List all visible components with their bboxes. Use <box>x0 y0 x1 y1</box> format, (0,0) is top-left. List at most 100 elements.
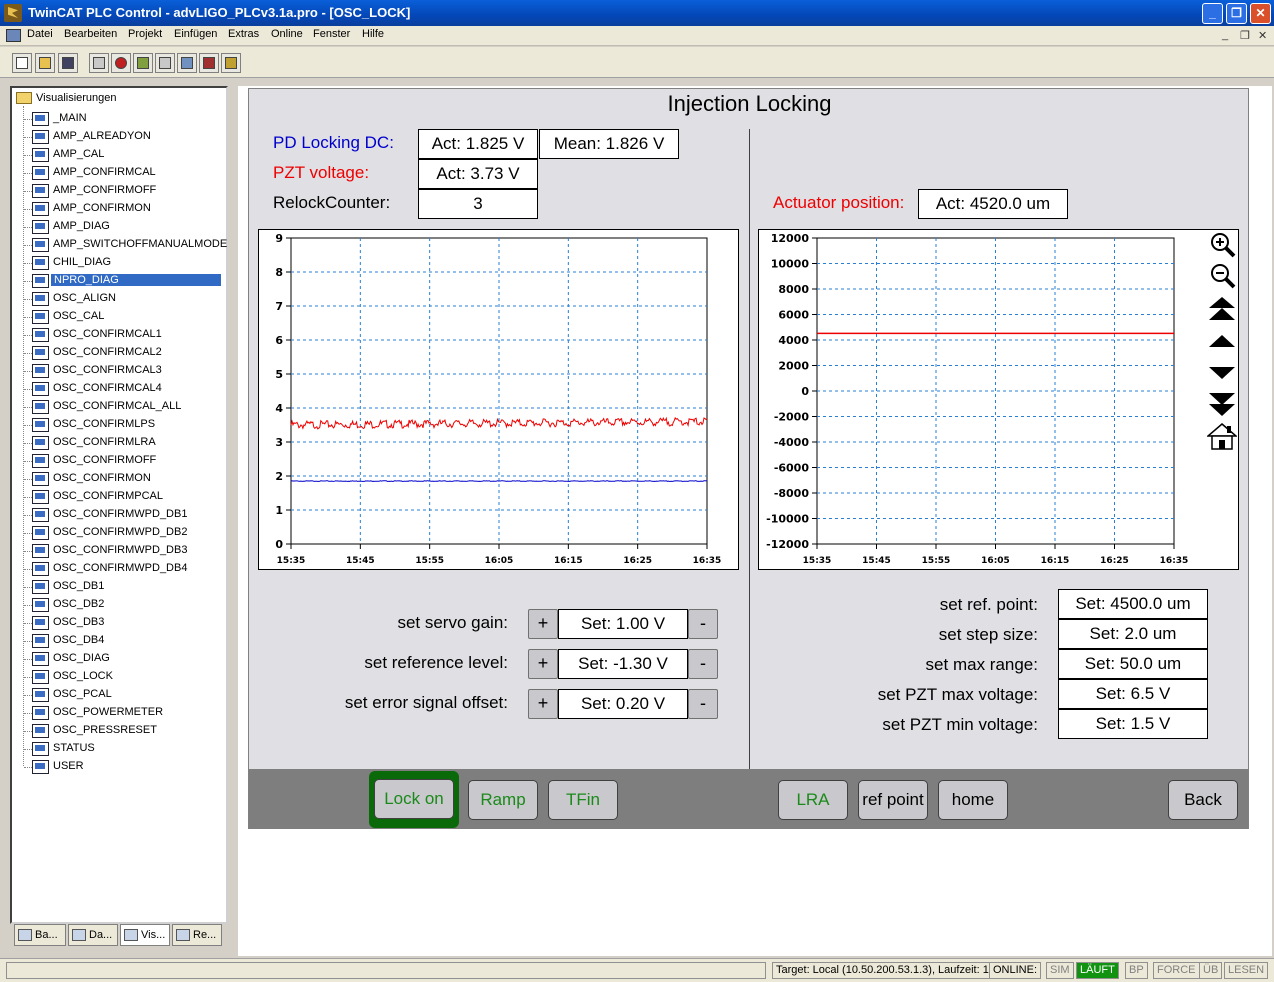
download-icon[interactable] <box>221 53 241 73</box>
tree-item[interactable]: AMP_ALREADYON <box>12 128 222 146</box>
minimize-button[interactable]: _ <box>1202 3 1223 24</box>
tab-visualisierungen[interactable]: Vis... <box>120 924 170 946</box>
ramp-button[interactable]: Ramp <box>468 780 538 820</box>
tree-item[interactable]: AMP_CONFIRMCAL <box>12 164 222 182</box>
tree-item[interactable]: OSC_LOCK <box>12 668 222 686</box>
menu-fenster[interactable]: Fenster <box>313 28 350 40</box>
ref-point-button[interactable]: ref point <box>858 780 928 820</box>
tree-item[interactable]: OSC_CONFIRMCAL4 <box>12 380 222 398</box>
increment-button[interactable]: + <box>528 649 558 679</box>
menu-bearbeiten[interactable]: Bearbeiten <box>64 28 117 40</box>
increment-button[interactable]: + <box>528 689 558 719</box>
tab-ressourcen[interactable]: Re... <box>172 924 222 946</box>
tree-item[interactable]: OSC_CONFIRMON <box>12 470 222 488</box>
tree-item[interactable]: AMP_CAL <box>12 146 222 164</box>
zoom-out-icon[interactable] <box>1207 261 1237 291</box>
lra-button[interactable]: LRA <box>778 780 848 820</box>
left-control-value[interactable]: Set: 0.20 V <box>558 689 688 719</box>
menu-extras[interactable]: Extras <box>228 28 259 40</box>
tree-item[interactable]: OSC_DB3 <box>12 614 222 632</box>
tree-item[interactable]: OSC_CONFIRMWPD_DB4 <box>12 560 222 578</box>
mdi-minimize-icon[interactable]: _ <box>1222 29 1228 41</box>
tree-item[interactable]: CHIL_DIAG <box>12 254 222 272</box>
decrement-button[interactable]: - <box>688 649 718 679</box>
save-icon[interactable] <box>58 53 78 73</box>
new-file-icon[interactable] <box>12 53 32 73</box>
tree-connector <box>24 371 32 372</box>
tree-item[interactable]: OSC_DB1 <box>12 578 222 596</box>
menu-online[interactable]: Online <box>271 28 303 40</box>
down-icon[interactable] <box>1207 357 1237 387</box>
tree-item[interactable]: OSC_DB2 <box>12 596 222 614</box>
tree-item[interactable]: OSC_CONFIRMPCAL <box>12 488 222 506</box>
tree-item[interactable]: OSC_ALIGN <box>12 290 222 308</box>
up-icon[interactable] <box>1207 327 1237 357</box>
zoom-in-icon[interactable] <box>1207 230 1237 260</box>
tree-item[interactable]: AMP_DIAG <box>12 218 222 236</box>
tree-item[interactable]: NPRO_DIAG <box>12 272 222 290</box>
document-icon[interactable] <box>6 29 21 42</box>
x-tick-label: 16:25 <box>1100 556 1129 566</box>
tree-item[interactable]: _MAIN <box>12 110 222 128</box>
increment-button[interactable]: + <box>528 609 558 639</box>
page-down-icon[interactable] <box>1207 389 1237 419</box>
stop-icon[interactable] <box>111 53 131 73</box>
tree-item[interactable]: OSC_CONFIRMWPD_DB2 <box>12 524 222 542</box>
right-control-value[interactable]: Set: 4500.0 um <box>1058 589 1208 619</box>
y-tick-label: 8000 <box>778 283 809 296</box>
tree-item[interactable]: AMP_CONFIRMON <box>12 200 222 218</box>
home-button[interactable]: home <box>938 780 1008 820</box>
menu-einfuegen[interactable]: Einfügen <box>174 28 217 40</box>
menu-datei[interactable]: Datei <box>27 28 53 40</box>
maximize-button[interactable]: ❐ <box>1226 3 1247 24</box>
close-button[interactable]: ✕ <box>1250 3 1271 24</box>
tree-item[interactable]: AMP_CONFIRMOFF <box>12 182 222 200</box>
tree-item[interactable]: OSC_CAL <box>12 308 222 326</box>
right-control-value[interactable]: Set: 1.5 V <box>1058 709 1208 739</box>
home-icon[interactable] <box>1207 421 1237 451</box>
tree-item[interactable]: OSC_CONFIRMLPS <box>12 416 222 434</box>
breakpoint-icon[interactable] <box>155 53 175 73</box>
menu-hilfe[interactable]: Hilfe <box>362 28 384 40</box>
tree-item[interactable]: OSC_CONFIRMCAL3 <box>12 362 222 380</box>
left-control-value[interactable]: Set: 1.00 V <box>558 609 688 639</box>
tree-item[interactable]: STATUS <box>12 740 222 758</box>
login-icon[interactable] <box>89 53 109 73</box>
tab-datentypen[interactable]: Da... <box>68 924 118 946</box>
back-button[interactable]: Back <box>1168 780 1238 820</box>
title-bar: TwinCAT PLC Control - advLIGO_PLCv3.1a.p… <box>0 0 1274 26</box>
tree-item[interactable]: OSC_CONFIRMCAL_ALL <box>12 398 222 416</box>
tfin-button[interactable]: TFin <box>548 780 618 820</box>
tree-item[interactable]: OSC_CONFIRMLRA <box>12 434 222 452</box>
left-control-value[interactable]: Set: -1.30 V <box>558 649 688 679</box>
tree-item[interactable]: OSC_POWERMETER <box>12 704 222 722</box>
tree-item[interactable]: OSC_PCAL <box>12 686 222 704</box>
open-folder-icon[interactable] <box>35 53 55 73</box>
tree-item[interactable]: OSC_CONFIRMCAL2 <box>12 344 222 362</box>
tree-item[interactable]: OSC_PRESSRESET <box>12 722 222 740</box>
tree-item[interactable]: OSC_CONFIRMWPD_DB3 <box>12 542 222 560</box>
mdi-close-icon[interactable]: ✕ <box>1258 29 1267 42</box>
menu-projekt[interactable]: Projekt <box>128 28 162 40</box>
tree-item[interactable]: USER <box>12 758 222 776</box>
write-values-icon[interactable] <box>177 53 197 73</box>
lock-on-button[interactable]: Lock on <box>374 779 454 819</box>
twincat-app-icon[interactable] <box>4 4 22 22</box>
decrement-button[interactable]: - <box>688 609 718 639</box>
tab-bausteine[interactable]: Ba... <box>14 924 66 946</box>
tree-root-label[interactable]: Visualisierungen <box>36 92 117 104</box>
right-control-value[interactable]: Set: 6.5 V <box>1058 679 1208 709</box>
tree-item[interactable]: AMP_SWITCHOFFMANUALMODE <box>12 236 227 254</box>
tree-item[interactable]: OSC_DIAG <box>12 650 222 668</box>
right-control-value[interactable]: Set: 50.0 um <box>1058 649 1208 679</box>
decrement-button[interactable]: - <box>688 689 718 719</box>
tree-item[interactable]: OSC_CONFIRMOFF <box>12 452 222 470</box>
mdi-restore-icon[interactable]: ❐ <box>1240 29 1250 42</box>
right-control-value[interactable]: Set: 2.0 um <box>1058 619 1208 649</box>
tree-item[interactable]: OSC_CONFIRMWPD_DB1 <box>12 506 222 524</box>
force-values-icon[interactable] <box>199 53 219 73</box>
step-icon[interactable] <box>133 53 153 73</box>
tree-item[interactable]: OSC_DB4 <box>12 632 222 650</box>
tree-item[interactable]: OSC_CONFIRMCAL1 <box>12 326 222 344</box>
page-up-icon[interactable] <box>1207 294 1237 324</box>
